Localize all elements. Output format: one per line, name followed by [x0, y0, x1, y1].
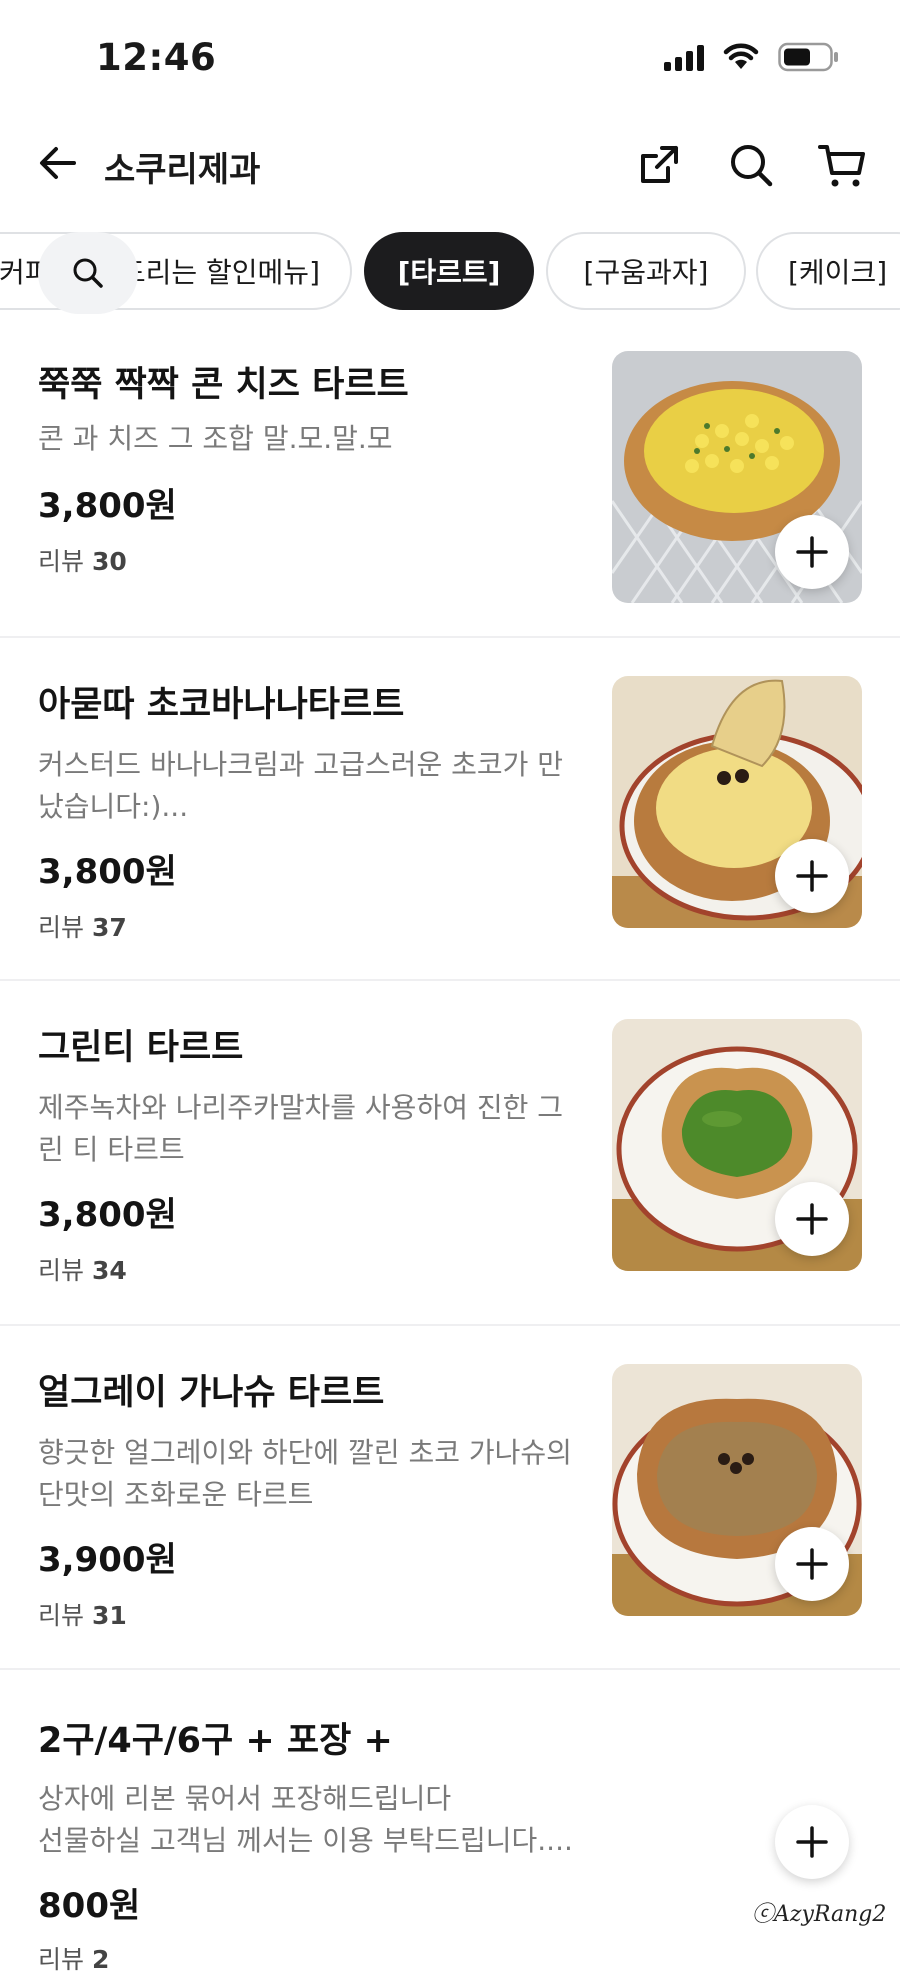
- share-icon[interactable]: [632, 138, 686, 192]
- cellular-signal-icon: [664, 43, 704, 71]
- add-to-cart-button[interactable]: [775, 1805, 849, 1879]
- plus-icon: [796, 1203, 828, 1235]
- menu-item-description: 향긋한 얼그레이와 하단에 깔린 초코 가나슈의 단맛의 조화로운 타르트: [38, 1436, 572, 1511]
- plus-icon: [796, 860, 828, 892]
- menu-item-price: 3,900원: [38, 1540, 177, 1580]
- menu-item-price: 3,800원: [38, 486, 177, 526]
- wifi-icon: [723, 43, 759, 69]
- menu-item-name: 아묻따 초코바나나타르트: [38, 685, 405, 725]
- plus-icon: [796, 536, 828, 568]
- menu-item-name: 쭉쭉 짝짝 콘 치즈 타르트: [38, 365, 409, 405]
- menu-item[interactable]: 얼그레이 가나슈 타르트 향긋한 얼그레이와 하단에 깔린 초코 가나슈의 단맛…: [0, 1326, 900, 1670]
- category-bar: [오늘만! 커피 사면 드리는 할인메뉴] [타르트] [구움과자] [케이크]: [0, 230, 900, 316]
- add-to-cart-button[interactable]: [775, 839, 849, 913]
- menu-item[interactable]: 아묻따 초코바나나타르트 커스터드 바나나크림과 고급스러운 초코가 만났습니다…: [0, 638, 900, 981]
- status-time: 12:46: [96, 36, 217, 79]
- cart-icon[interactable]: [816, 138, 870, 192]
- add-to-cart-button[interactable]: [775, 515, 849, 589]
- status-icons: [664, 42, 840, 72]
- store-header: 소쿠리제과: [0, 130, 900, 200]
- menu-item-name: 그린티 타르트: [38, 1028, 244, 1068]
- search-icon: [73, 258, 103, 288]
- status-bar: 12:46: [0, 0, 900, 110]
- menu-item-review: 리뷰 34: [38, 1256, 127, 1285]
- add-to-cart-button[interactable]: [775, 1527, 849, 1601]
- menu-item-price: 3,800원: [38, 852, 177, 892]
- menu-item-name: 2구/4구/6구 + 포장 +: [38, 1721, 393, 1761]
- battery-icon: [778, 42, 838, 72]
- menu-item-description: 커스터드 바나나크림과 고급스러운 초코가 만났습니다:)...: [38, 748, 564, 823]
- menu-item-description: 콘 과 치즈 그 조합 말.모.말.모: [38, 422, 393, 455]
- search-icon[interactable]: [724, 138, 778, 192]
- menu-item-price: 3,800원: [38, 1195, 177, 1235]
- add-to-cart-button[interactable]: [775, 1182, 849, 1256]
- plus-icon: [796, 1548, 828, 1580]
- category-chip-tart[interactable]: [타르트]: [364, 232, 534, 310]
- menu-item-review: 리뷰 2: [38, 1945, 110, 1974]
- category-search-button[interactable]: [38, 232, 138, 314]
- menu-item-review: 리뷰 37: [38, 913, 127, 942]
- menu-item-description: 상자에 리본 묶어서 포장해드립니다 선물하실 고객님 께서는 이용 부탁드립니…: [38, 1782, 573, 1857]
- menu-item-price: 800원: [38, 1886, 141, 1926]
- menu-item[interactable]: 쭉쭉 짝짝 콘 치즈 타르트 콘 과 치즈 그 조합 말.모.말.모 3,800…: [0, 340, 900, 638]
- plus-icon: [796, 1826, 828, 1858]
- back-arrow-icon[interactable]: [34, 138, 84, 188]
- menu-item-review: 리뷰 30: [38, 547, 127, 576]
- category-chip-baked-goods[interactable]: [구움과자]: [546, 232, 746, 310]
- category-chip-cake[interactable]: [케이크]: [756, 232, 900, 310]
- menu-item[interactable]: 그린티 타르트 제주녹차와 나리주카말차를 사용하여 진한 그린 티 타르트 3…: [0, 981, 900, 1326]
- menu-item-name: 얼그레이 가나슈 타르트: [38, 1373, 385, 1413]
- watermark: ⓒAzyRang2: [752, 1902, 887, 1927]
- menu-item-description: 제주녹차와 나리주카말차를 사용하여 진한 그린 티 타르트: [38, 1091, 564, 1166]
- store-title: 소쿠리제과: [104, 150, 261, 190]
- menu-item-review: 리뷰 31: [38, 1601, 127, 1630]
